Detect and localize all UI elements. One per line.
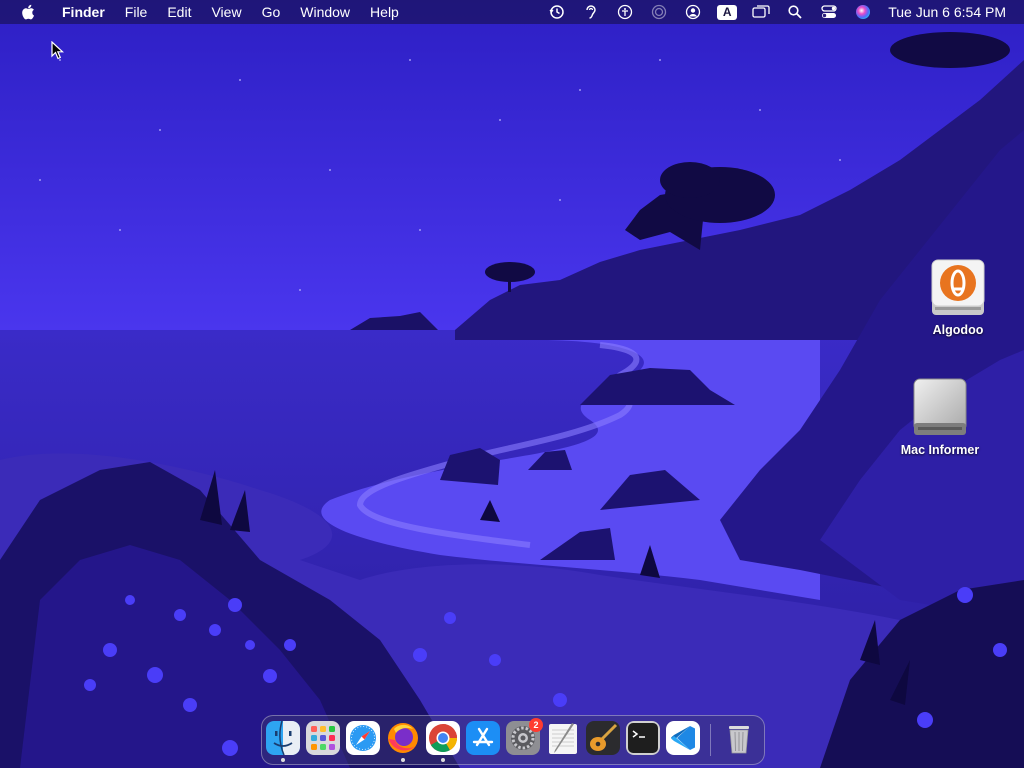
trash-icon[interactable] (722, 721, 756, 755)
time-machine-icon[interactable] (540, 0, 574, 24)
safari-icon[interactable] (346, 721, 380, 755)
garageband-icon[interactable] (586, 721, 620, 755)
dock-separator (710, 724, 711, 756)
input-source-icon[interactable]: A (710, 0, 744, 24)
hearing-icon[interactable] (574, 0, 608, 24)
vscode-icon[interactable] (666, 721, 700, 755)
desktop-icon-label: Algodoo (932, 323, 984, 337)
running-indicator (281, 758, 285, 762)
menu-edit[interactable]: Edit (157, 0, 201, 24)
control-center-icon[interactable] (812, 0, 846, 24)
desktop-wallpaper (0, 0, 1024, 768)
app-menu-finder[interactable]: Finder (52, 0, 115, 24)
desktop-icon-mac-informer[interactable]: Mac Informer (885, 377, 995, 457)
chrome-icon[interactable] (426, 721, 460, 755)
menu-window[interactable]: Window (290, 0, 360, 24)
mouse-cursor-icon (51, 41, 65, 60)
notification-badge: 2 (529, 718, 543, 732)
screen-mirroring-icon[interactable] (744, 0, 778, 24)
airdrop-icon[interactable] (642, 0, 676, 24)
running-indicator (401, 758, 405, 762)
menu-view[interactable]: View (201, 0, 251, 24)
terminal-icon[interactable] (626, 721, 660, 755)
finder-icon[interactable] (266, 721, 300, 755)
menu-bar-clock[interactable]: Tue Jun 6 6:54 PM (880, 4, 1024, 20)
script-editor-icon[interactable] (546, 721, 580, 755)
accessibility-icon[interactable] (608, 0, 642, 24)
running-indicator (441, 758, 445, 762)
algodoo-app-icon (931, 259, 985, 315)
dock: 2 (261, 715, 765, 765)
launchpad-icon[interactable] (306, 721, 340, 755)
menu-go[interactable]: Go (252, 0, 291, 24)
spotlight-search-icon[interactable] (778, 0, 812, 24)
firefox-icon[interactable] (386, 721, 420, 755)
external-drive-icon (913, 378, 967, 435)
menu-help[interactable]: Help (360, 0, 409, 24)
menu-file[interactable]: File (115, 0, 158, 24)
menu-bar: Finder File Edit View Go Window Help A T… (0, 0, 1024, 24)
siri-icon[interactable] (846, 0, 880, 24)
desktop-icon-algodoo[interactable]: Algodoo (903, 257, 1013, 337)
desktop-icon-label: Mac Informer (900, 443, 980, 457)
apple-menu-icon[interactable] (18, 4, 38, 20)
user-icon[interactable] (676, 0, 710, 24)
app-store-icon[interactable] (466, 721, 500, 755)
